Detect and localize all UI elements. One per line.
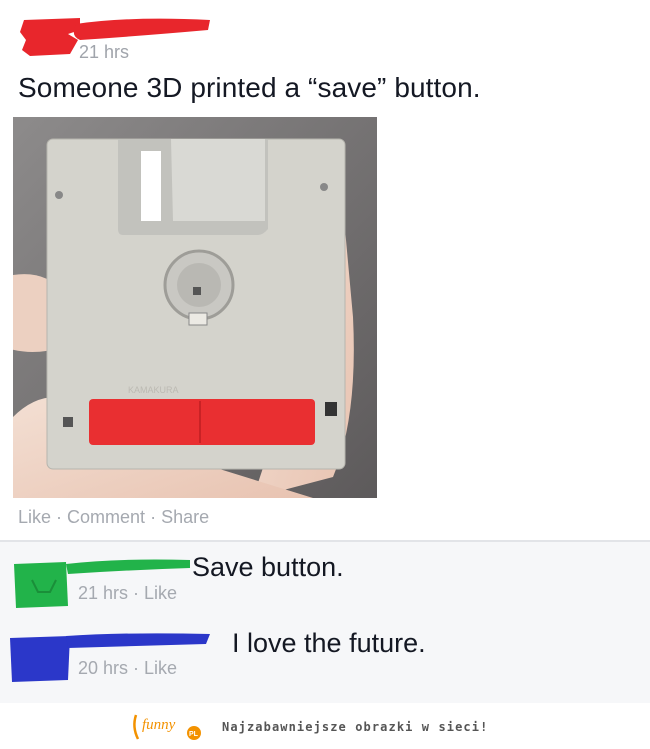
comment-2-time[interactable]: 20 hrs	[78, 658, 128, 678]
post-text: Someone 3D printed a “save” button.	[18, 72, 481, 103]
svg-text:PL: PL	[189, 731, 199, 738]
funny-logo: funny PL	[133, 714, 201, 740]
comment-link[interactable]: Comment	[67, 507, 145, 527]
comment-1-meta: 21 hrs · Like	[78, 583, 178, 603]
post-actions: Like · Comment · Share	[18, 507, 210, 527]
comment-2-meta: 20 hrs · Like	[78, 658, 178, 678]
like-link[interactable]: Like	[18, 507, 51, 527]
embossed-label: KAMAKURA	[128, 385, 179, 395]
comment-1-text: Save button.	[192, 552, 344, 582]
comments-section: Save button. 21 hrs · Like I love the fu…	[0, 540, 650, 705]
svg-text:funny: funny	[142, 717, 176, 733]
share-link[interactable]: Share	[161, 507, 209, 527]
post-timestamp[interactable]: 21 hrs	[79, 42, 129, 63]
comment-2-like[interactable]: Like	[144, 658, 177, 678]
footer-watermark: funny PL Najzabawniejsze obrazki w sieci…	[0, 703, 650, 749]
comment-2-text: I love the future.	[232, 628, 426, 658]
post-photo[interactable]: KAMAKURA	[13, 117, 377, 498]
floppy-disk-photo: KAMAKURA	[13, 117, 377, 498]
comment-1-time[interactable]: 21 hrs	[78, 583, 128, 603]
comment-1-like[interactable]: Like	[144, 583, 177, 603]
footer-tagline: Najzabawniejsze obrazki w sieci!	[222, 720, 489, 734]
floppy-red-strip	[89, 399, 315, 445]
